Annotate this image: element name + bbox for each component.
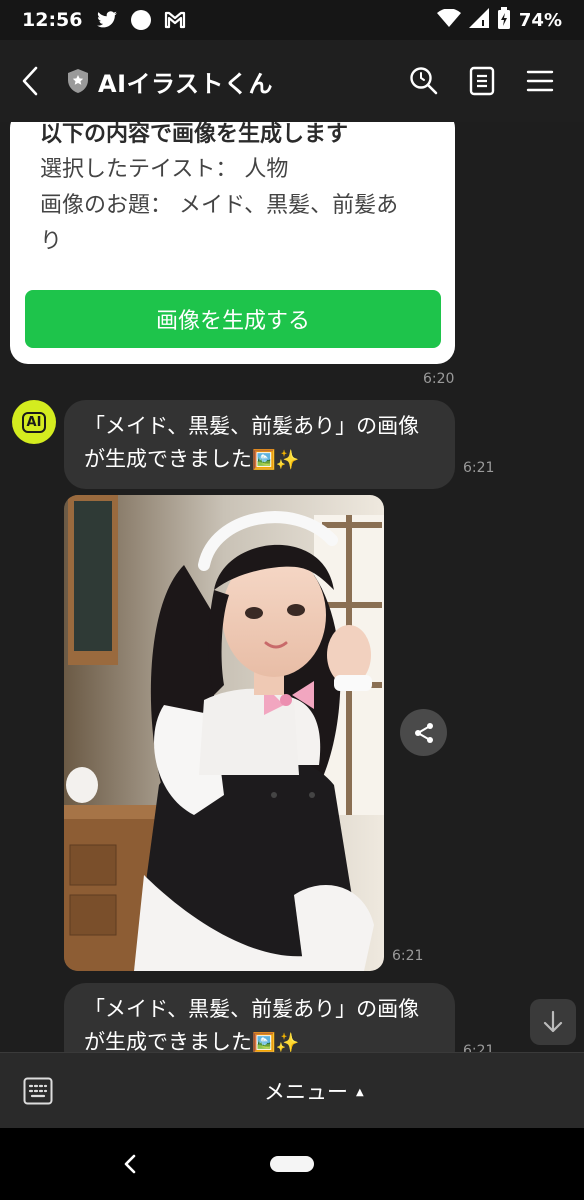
message-bubble[interactable]: 「メイド、黒髪、前髪あり」の画像 が生成できました🖼️✨ [64, 983, 455, 1052]
picture-sparkles-emoji: 🖼️✨ [252, 449, 300, 471]
notes-icon [469, 66, 495, 96]
circle-notification-icon [130, 9, 152, 31]
arrow-down-icon [543, 1010, 563, 1033]
generated-image[interactable] [64, 495, 384, 971]
notes-button[interactable] [466, 65, 498, 97]
avatar-label: AI [21, 411, 47, 433]
bot-avatar[interactable]: AI [12, 400, 56, 444]
message-line-1: 「メイド、黒髪、前髪あり」の画像 [84, 414, 420, 438]
keyboard-icon [23, 1077, 53, 1105]
card-taste-line: 選択したテイスト： 人物 [40, 157, 289, 182]
cell-signal-icon [468, 7, 489, 33]
status-bar: 12:56 74% [0, 0, 584, 40]
verified-shield-icon [66, 68, 90, 94]
triangle-up-icon: ▲ [356, 1086, 364, 1098]
image-timestamp: 6:21 [392, 948, 424, 964]
system-back-button[interactable] [117, 1150, 143, 1178]
gmail-icon [164, 11, 186, 29]
card-heading: 以下の内容で画像を生成します [40, 122, 349, 147]
search-button[interactable] [408, 65, 440, 97]
wifi-icon [436, 7, 461, 32]
message-bubble[interactable]: 「メイド、黒髪、前髪あり」の画像 が生成できました🖼️✨ [64, 400, 455, 489]
hamburger-icon [526, 70, 554, 92]
message-line-2: が生成できました [84, 1030, 252, 1052]
confirmation-card: 以下の内容で画像を生成します 選択したテイスト： 人物 画像のお題： メイド、黒… [10, 122, 455, 364]
system-navigation-bar [0, 1128, 584, 1200]
chevron-left-icon [124, 1154, 136, 1174]
card-topic-line-1: 画像のお題： メイド、黒髪、前髪あ [40, 193, 399, 218]
chevron-left-icon [22, 66, 38, 96]
battery-icon [497, 6, 511, 34]
menu-label: メニュー [264, 1080, 348, 1104]
rich-menu-bar: メニュー ▲ [0, 1052, 584, 1128]
share-button[interactable] [400, 709, 447, 756]
chat-header: AIイラストくん [0, 40, 584, 122]
chat-area[interactable]: 以下の内容で画像を生成します 選択したテイスト： 人物 画像のお題： メイド、黒… [0, 122, 584, 1052]
generate-image-button[interactable]: 画像を生成する [25, 290, 441, 348]
scroll-to-bottom-button[interactable] [530, 999, 576, 1045]
message-line-1: 「メイド、黒髪、前髪あり」の画像 [84, 997, 420, 1021]
menu-toggle-button[interactable]: メニュー ▲ [230, 1073, 364, 1109]
back-button[interactable] [0, 40, 60, 122]
status-time: 12:56 [22, 9, 83, 31]
home-button[interactable] [270, 1156, 314, 1172]
menu-button[interactable] [524, 65, 556, 97]
share-icon [414, 722, 433, 743]
message-timestamp: 6:21 [463, 1043, 495, 1052]
search-icon [410, 67, 438, 95]
picture-sparkles-emoji: 🖼️✨ [252, 1032, 300, 1052]
message-line-2: が生成できました [84, 447, 252, 471]
card-timestamp: 6:20 [423, 371, 455, 387]
card-topic-line-2: り [40, 229, 63, 254]
battery-percent: 74% [518, 9, 562, 31]
message-timestamp: 6:21 [463, 460, 495, 476]
keyboard-toggle-button[interactable] [22, 1075, 54, 1107]
twitter-icon [96, 11, 118, 29]
maid-illustration [64, 495, 384, 971]
chat-title: AIイラストくん [98, 69, 274, 98]
